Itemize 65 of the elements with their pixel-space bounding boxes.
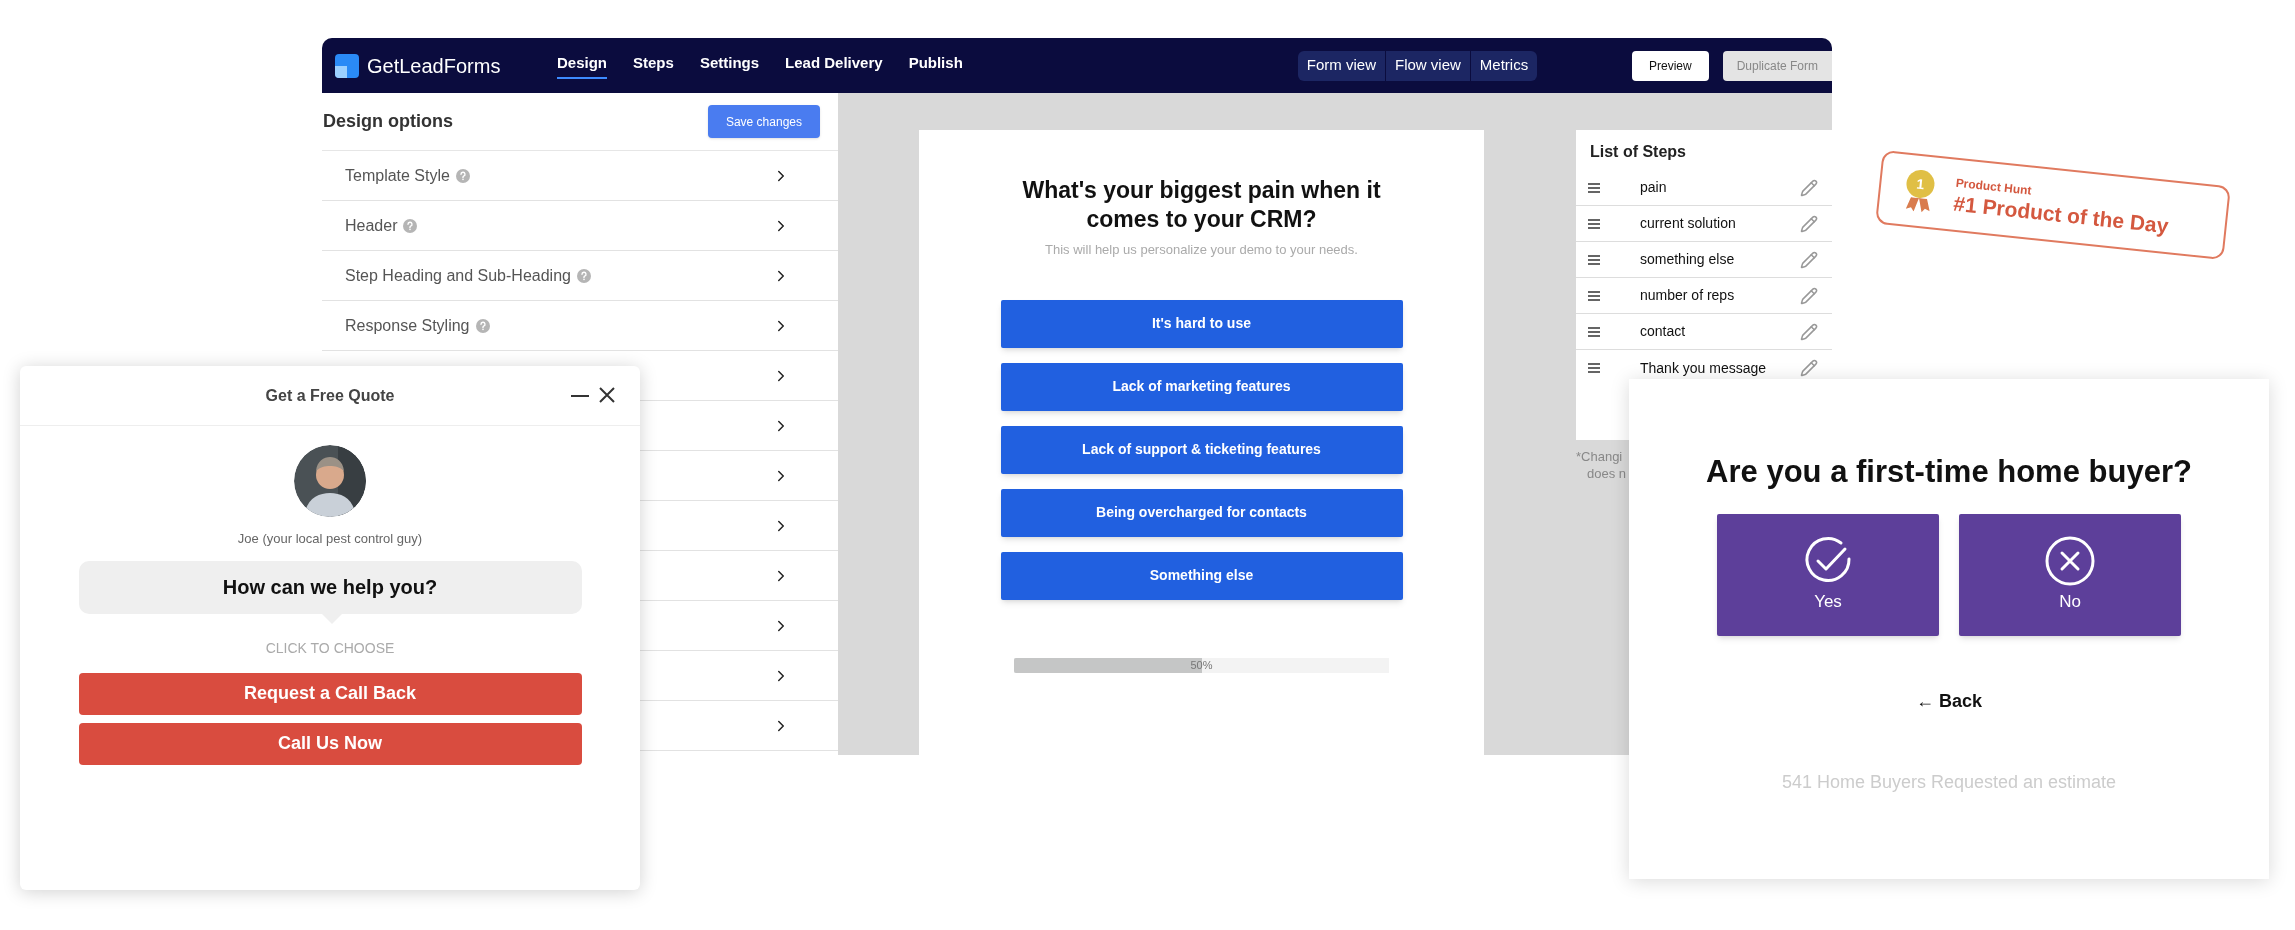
step-label: contact: [1640, 322, 1686, 341]
hint-text: CLICK TO CHOOSE: [265, 638, 395, 658]
progress-reading: 50%: [1189, 657, 1214, 673]
option-label: Header: [345, 215, 398, 236]
design-option-row[interactable]: Step Heading and Sub-Heading: [322, 251, 838, 301]
logo-icon: [335, 53, 359, 78]
lines-icon[interactable]: [1588, 254, 1600, 265]
pencil-icon[interactable]: [1800, 178, 1818, 197]
action-button[interactable]: Request a Call Back: [78, 672, 582, 715]
answer-button[interactable]: It's hard to use: [1000, 299, 1403, 348]
view-tab[interactable]: Form view: [1297, 50, 1385, 81]
answer-button[interactable]: Yes: [1717, 513, 1939, 636]
close-circle-icon: [2044, 534, 2096, 587]
widget-title: Get a Free Quote: [265, 385, 395, 406]
lines-icon[interactable]: [1588, 182, 1600, 193]
pencil-icon[interactable]: [1800, 359, 1818, 377]
question-heading: Are you a first-time home buyer?: [1706, 453, 2192, 491]
step-label: number of reps: [1640, 286, 1735, 305]
step-label: current solution: [1640, 214, 1736, 233]
design-option-row[interactable]: Header: [322, 201, 838, 251]
lines-icon[interactable]: [1588, 326, 1600, 337]
panel-title: List of Steps: [1589, 142, 1687, 162]
back-link[interactable]: ← Back: [1915, 687, 1982, 715]
answer-button[interactable]: Lack of support & ticketing features: [1000, 425, 1403, 474]
note-text: does n: [1586, 465, 1627, 482]
nav-tab[interactable]: Publish: [908, 51, 963, 80]
pencil-icon[interactable]: [1800, 322, 1818, 341]
question-heading: What's your biggest pain when it comes to your CRM?: [1021, 176, 1382, 234]
step-label: pain: [1640, 178, 1667, 197]
bubble-text: How can we help you?: [222, 575, 438, 600]
step-label: Thank you message: [1640, 358, 1767, 378]
nav-tab[interactable]: Design: [557, 51, 607, 80]
save-button[interactable]: Save changes: [707, 105, 820, 138]
answer-button[interactable]: Lack of marketing features: [1000, 362, 1403, 411]
nav-tab[interactable]: Lead Delivery: [785, 51, 883, 80]
toolbar-button[interactable]: Preview: [1631, 50, 1709, 81]
view-tab[interactable]: Metrics: [1469, 50, 1538, 81]
nav-tab[interactable]: Settings: [699, 51, 760, 80]
view-tab[interactable]: Flow view: [1384, 50, 1470, 81]
agent-name: Joe (your local pest control guy): [237, 530, 423, 548]
option-label: Step Heading and Sub-Heading: [345, 265, 571, 286]
logo-text: GetLeadForms: [367, 53, 502, 79]
nav-tab[interactable]: Steps: [633, 51, 674, 80]
pencil-icon[interactable]: [1800, 286, 1818, 305]
answer-button[interactable]: No: [1959, 513, 2181, 636]
option-label: Template Style: [345, 165, 450, 186]
close-icon[interactable]: [598, 386, 616, 404]
pencil-icon[interactable]: [1800, 214, 1818, 233]
lines-icon[interactable]: [1588, 363, 1600, 373]
question-subtitle: This will help us personalize your demo to your needs.: [1045, 241, 1358, 259]
answer-button[interactable]: Being overcharged for contacts: [1000, 488, 1403, 537]
badge-source: Product Hunt: [1955, 174, 2034, 198]
pencil-icon[interactable]: [1800, 250, 1818, 269]
action-button[interactable]: Call Us Now: [78, 722, 582, 765]
ribbon-icon: [1905, 196, 1931, 214]
lines-icon[interactable]: [1588, 218, 1600, 229]
lines-icon[interactable]: [1588, 290, 1600, 301]
answer-button[interactable]: Something else: [1000, 551, 1403, 600]
step-label: something else: [1640, 250, 1735, 269]
note-text: *Changi: [1576, 448, 1623, 465]
design-option-row[interactable]: Template Style: [322, 151, 838, 201]
option-label: Response Styling: [345, 315, 470, 336]
medal-number: 1: [1905, 168, 1936, 200]
panel-title: Design options: [323, 110, 453, 133]
design-option-row[interactable]: Response Styling: [322, 301, 838, 351]
